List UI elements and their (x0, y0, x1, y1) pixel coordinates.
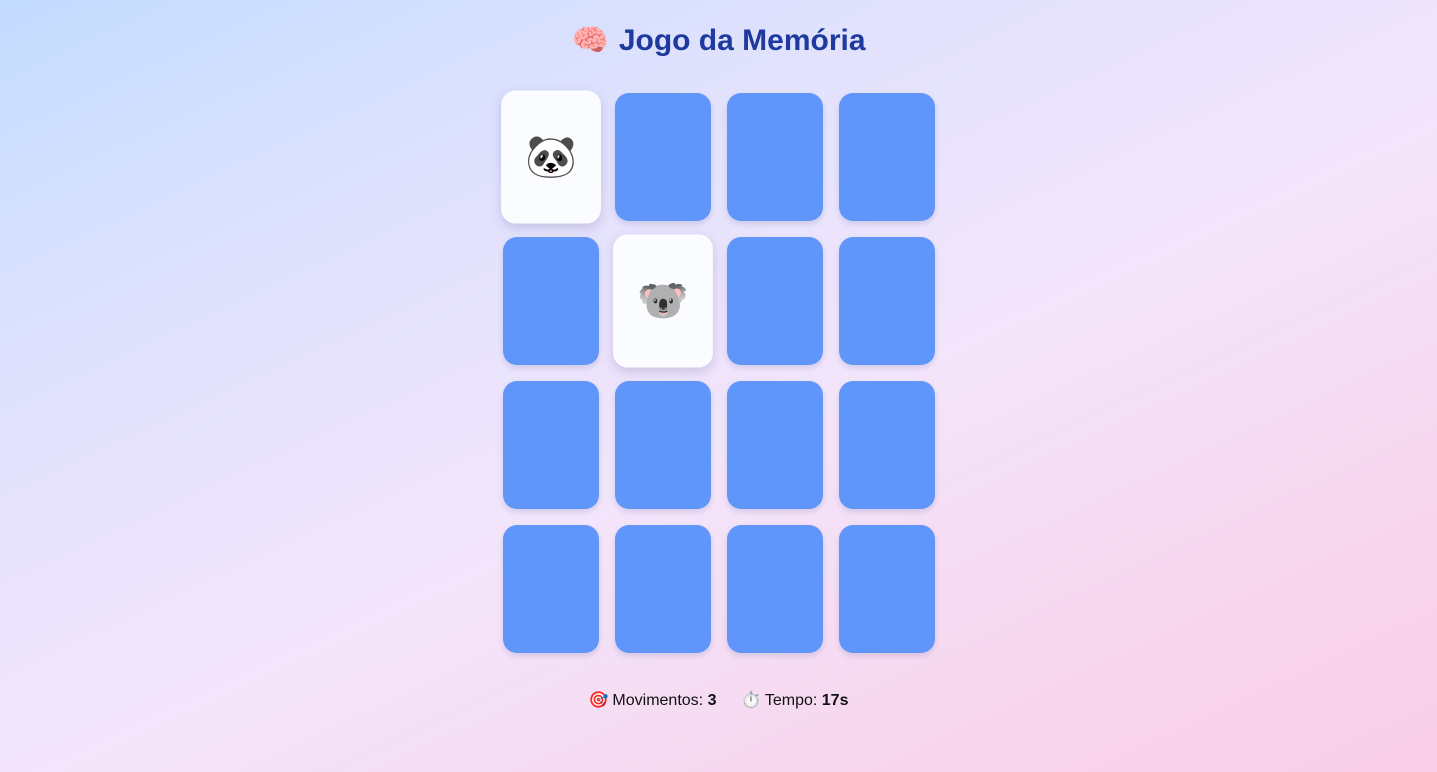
moves-stat: 🎯 Movimentos: 3 (589, 690, 717, 712)
brain-icon: 🧠 (571, 24, 609, 58)
card-4[interactable] (839, 93, 935, 221)
card-6[interactable]: 🐨 (613, 234, 713, 368)
card-3[interactable] (727, 93, 823, 221)
card-1[interactable]: 🐼 (501, 90, 601, 224)
card-5[interactable] (503, 237, 599, 365)
card-15[interactable] (727, 525, 823, 653)
stopwatch-icon: ⏱️ (740, 692, 761, 709)
card-9[interactable] (503, 381, 599, 509)
moves-label: Movimentos: (612, 692, 704, 709)
card-14[interactable] (615, 525, 711, 653)
card-12[interactable] (839, 381, 935, 509)
target-icon: 🎯 (588, 692, 609, 709)
card-2[interactable] (615, 93, 711, 221)
card-7[interactable] (727, 237, 823, 365)
card-11[interactable] (727, 381, 823, 509)
card-10[interactable] (615, 381, 711, 509)
card-13[interactable] (503, 525, 599, 653)
card-16[interactable] (839, 525, 935, 653)
card-8[interactable] (839, 237, 935, 365)
game-stats: 🎯 Movimentos: 3 ⏱️ Tempo: 17s (0, 690, 1437, 712)
card-board: 🐼 🐨 (501, 90, 935, 653)
time-stat: ⏱️ Tempo: 17s (741, 690, 849, 712)
time-label: Tempo: (764, 692, 818, 709)
game-title: Jogo da Memória (618, 24, 866, 58)
moves-value: 3 (707, 692, 717, 709)
panda-icon: 🐼 (525, 134, 577, 180)
koala-icon: 🐨 (637, 278, 689, 324)
page-title: 🧠 Jogo da Memória (0, 20, 1437, 61)
time-value: 17s (821, 692, 849, 709)
